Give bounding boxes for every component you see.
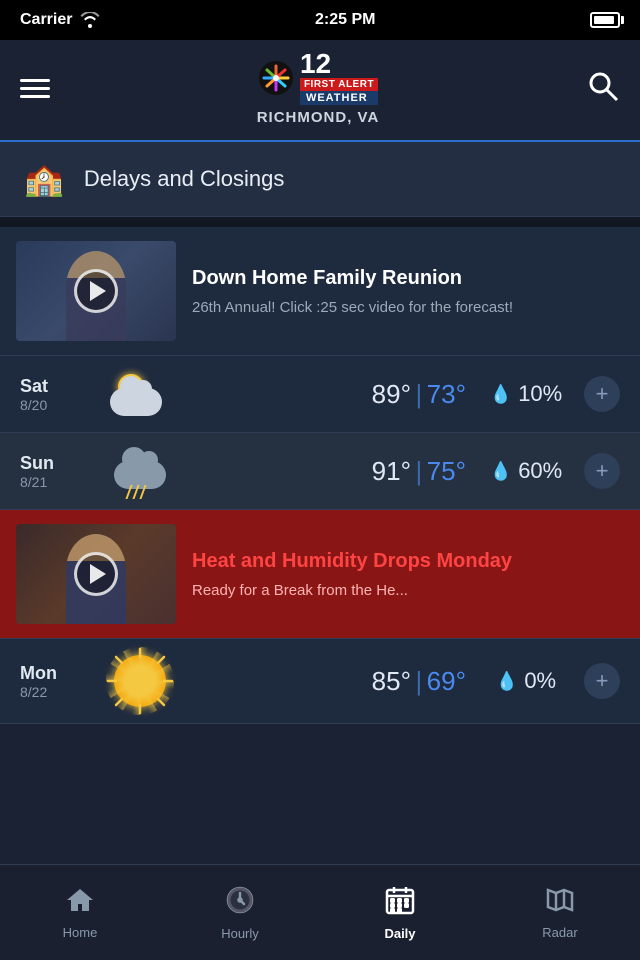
school-icon: 🏫 [24,160,64,198]
logo-first-alert: FIRST ALERT [300,78,378,91]
weather-row-sun[interactable]: Sun 8/21 91° | 75° 💧 60% + [0,433,640,510]
nbc-peacock-icon [258,60,294,96]
temp-low-sun: 75° [427,456,466,486]
news-desc-1: 26th Annual! Click :25 sec video for the… [192,297,624,318]
day-info-sun: Sun 8/21 [20,453,100,490]
temp-low-sat: 73° [427,379,466,409]
play-button-2[interactable] [74,552,118,596]
time-display: 2:25 PM [315,11,375,29]
day-info-sat: Sat 8/20 [20,376,100,413]
nav-home-label: Home [63,925,98,940]
drop-icon-sun: 💧 [490,461,512,482]
nav-hourly[interactable]: Hourly [160,865,320,960]
radar-icon [544,886,576,921]
carrier-info: Carrier [20,11,100,29]
nav-daily-label: Daily [384,926,415,941]
nav-home[interactable]: Home [0,865,160,960]
section-divider-1 [0,217,640,227]
drop-icon-mon: 💧 [496,671,518,692]
nav-daily[interactable]: Daily [320,865,480,960]
search-icon [586,69,620,103]
logo-weather: WEATHER [300,91,378,105]
news-thumb-2 [16,524,176,624]
nav-hourly-label: Hourly [221,926,259,941]
news-title-1: Down Home Family Reunion [192,265,624,291]
news-content-2: Heat and Humidity Drops Monday Ready for… [192,524,624,624]
delays-text: Delays and Closings [84,166,285,192]
weather-row-mon[interactable]: Mon 8/22 [0,639,640,724]
news-content-1: Down Home Family Reunion 26th Annual! Cl… [192,241,624,341]
precip-pct-sat: 10% [518,381,562,407]
battery-indicator [590,12,620,28]
precip-pct-sun: 60% [518,458,562,484]
wifi-icon [80,12,100,28]
news-item-1[interactable]: Down Home Family Reunion 26th Annual! Cl… [0,227,640,356]
temps-sat: 89° | 73° [180,379,476,410]
cloudy-lightning-icon [110,449,170,493]
day-date-sun: 8/21 [20,474,100,490]
logo-number: 12 [300,50,378,78]
temp-low-mon: 69° [427,666,466,696]
day-date-sat: 8/20 [20,397,100,413]
carrier-label: Carrier [20,11,72,29]
sunny-icon [114,655,166,707]
main-content: 12 FIRST ALERT WEATHER RICHMOND, VA 🏫 De… [0,40,640,864]
day-name-sat: Sat [20,376,100,397]
precip-mon: 💧 0% [476,668,576,694]
temp-high-mon: 85° [372,666,411,696]
temp-sep-mon: | [415,666,422,696]
app-header: 12 FIRST ALERT WEATHER RICHMOND, VA [0,40,640,142]
status-bar: Carrier 2:25 PM [0,0,640,40]
play-button-1[interactable] [74,269,118,313]
partly-cloudy-icon [110,372,170,416]
news-desc-2: Ready for a Break from the He... [192,580,624,601]
weather-row-sat[interactable]: Sat 8/20 89° | 73° 💧 10% + [0,356,640,433]
day-info-mon: Mon 8/22 [20,663,100,700]
weather-icon-mon [100,655,180,707]
day-date-mon: 8/22 [20,684,100,700]
bottom-nav: Home Hourly [0,864,640,960]
weather-icon-sat [100,372,180,416]
temps-mon: 85° | 69° [180,666,476,697]
drop-icon-sat: 💧 [490,384,512,405]
temp-high-sat: 89° [372,379,411,409]
temp-sep-sun: | [415,456,422,486]
nav-radar-label: Radar [542,925,577,940]
search-button[interactable] [586,69,620,108]
calendar-icon [385,885,415,922]
news-thumb-1 [16,241,176,341]
app-logo: 12 FIRST ALERT WEATHER RICHMOND, VA [257,50,380,126]
news-title-2: Heat and Humidity Drops Monday [192,548,624,574]
temp-sep-sat: | [415,379,422,409]
precip-sat: 💧 10% [476,381,576,407]
clock-icon [225,885,255,922]
nav-radar[interactable]: Radar [480,865,640,960]
news-item-2[interactable]: Heat and Humidity Drops Monday Ready for… [0,510,640,639]
precip-pct-mon: 0% [524,668,556,694]
temps-sun: 91° | 75° [180,456,476,487]
lightning-lines [128,485,144,499]
expand-sun[interactable]: + [584,453,620,489]
temp-high-sun: 91° [372,456,411,486]
day-name-sun: Sun [20,453,100,474]
expand-mon[interactable]: + [584,663,620,699]
day-name-mon: Mon [20,663,100,684]
expand-sat[interactable]: + [584,376,620,412]
menu-button[interactable] [20,79,50,98]
precip-sun: 💧 60% [476,458,576,484]
weather-icon-sun [100,449,180,493]
delays-banner[interactable]: 🏫 Delays and Closings [0,142,640,217]
location-label: RICHMOND, VA [257,109,380,126]
home-icon [65,886,95,921]
